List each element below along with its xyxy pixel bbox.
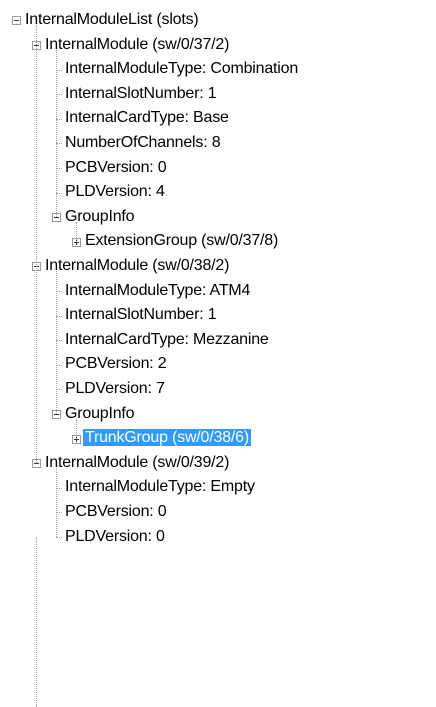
tree-view[interactable]: InternalModuleList (slots) InternalModule… (0, 0, 436, 707)
tree-node-extensiongroup-sw-0-37-8[interactable]: ExtensionGroup (sw/0/37/8) (83, 229, 280, 253)
tree-node-label: PLDVersion: 4 (65, 183, 165, 200)
tree-node-label: PCBVersion: 0 (65, 159, 167, 176)
tree-node-internalmodule-sw-0-37-2[interactable]: InternalModule (sw/0/37/2) (43, 33, 231, 57)
tree-node-groupinfo[interactable]: GroupInfo (63, 402, 136, 426)
tree-guide-line (76, 222, 77, 242)
tree-node-internalmoduletype-combination[interactable]: InternalModuleType: Combination (63, 57, 300, 81)
tree-node-label: InternalModuleType: Empty (65, 478, 255, 495)
tree-node-label: PCBVersion: 0 (65, 503, 167, 520)
tree-guide-line (76, 419, 77, 439)
tree-node-internalslotnumber-1[interactable]: InternalSlotNumber: 1 (63, 303, 218, 327)
tree-node-internalcardtype-mezzanine[interactable]: InternalCardType: Mezzanine (63, 328, 271, 352)
tree-node-label: InternalSlotNumber: 1 (65, 85, 217, 102)
tree-node-label: InternalModuleList (slots) (25, 11, 199, 28)
tree-node-pcbversion-2[interactable]: PCBVersion: 2 (63, 352, 168, 376)
tree-guide-line (56, 468, 57, 537)
tree-node-pldversion-4[interactable]: PLDVersion: 4 (63, 180, 167, 204)
tree-node-label: GroupInfo (65, 405, 135, 422)
tree-guide-line (36, 537, 37, 707)
tree-node-label: InternalModuleType: Combination (65, 60, 299, 77)
tree-node-internalmodule-sw-0-38-2[interactable]: InternalModule (sw/0/38/2) (43, 254, 231, 278)
tree-node-label: PCBVersion: 2 (65, 355, 167, 372)
tree-node-pcbversion-0[interactable]: PCBVersion: 0 (63, 500, 168, 524)
collapse-minus-icon[interactable] (12, 16, 21, 25)
tree-node-label: InternalCardType: Base (65, 109, 229, 126)
tree-guide-line (56, 271, 57, 414)
tree-node-internalmodule-sw-0-39-2[interactable]: InternalModule (sw/0/39/2) (43, 451, 231, 475)
tree-node-trunkgroup-sw-0-38-6[interactable]: TrunkGroup (sw/0/38/6) (83, 426, 251, 450)
tree-node-internalmodulelist-slots[interactable]: InternalModuleList (slots) (23, 8, 201, 32)
tree-node-label: InternalModuleType: ATM4 (65, 282, 251, 299)
tree-node-numberofchannels-8[interactable]: NumberOfChannels: 8 (63, 131, 222, 155)
tree-node-groupinfo[interactable]: GroupInfo (63, 205, 136, 229)
tree-connector-line (56, 537, 62, 538)
tree-node-label: InternalModule (sw/0/39/2) (45, 454, 230, 471)
tree-node-pcbversion-0[interactable]: PCBVersion: 0 (63, 156, 168, 180)
tree-node-pldversion-7[interactable]: PLDVersion: 7 (63, 377, 167, 401)
tree-node-label: ExtensionGroup (sw/0/37/8) (85, 232, 279, 249)
tree-guide-line (56, 50, 57, 217)
tree-node-label: InternalCardType: Mezzanine (65, 331, 269, 348)
tree-node-internalslotnumber-1[interactable]: InternalSlotNumber: 1 (63, 82, 218, 106)
tree-guide-line (36, 25, 37, 463)
tree-node-label: InternalModule (sw/0/38/2) (45, 257, 230, 274)
tree-node-internalcardtype-base[interactable]: InternalCardType: Base (63, 106, 231, 130)
tree-node-internalmoduletype-empty[interactable]: InternalModuleType: Empty (63, 475, 257, 499)
tree-node-label: GroupInfo (65, 208, 135, 225)
tree-node-label: PLDVersion: 7 (65, 380, 165, 397)
tree-node-pldversion-0[interactable]: PLDVersion: 0 (63, 525, 167, 549)
tree-node-label: NumberOfChannels: 8 (65, 134, 221, 151)
tree-node-label: TrunkGroup (sw/0/38/6) (83, 429, 251, 446)
tree-node-internalmoduletype-atm4[interactable]: InternalModuleType: ATM4 (63, 279, 252, 303)
tree-node-label: InternalModule (sw/0/37/2) (45, 36, 230, 53)
tree-node-label: PLDVersion: 0 (65, 528, 165, 545)
tree-node-label: InternalSlotNumber: 1 (65, 306, 217, 323)
